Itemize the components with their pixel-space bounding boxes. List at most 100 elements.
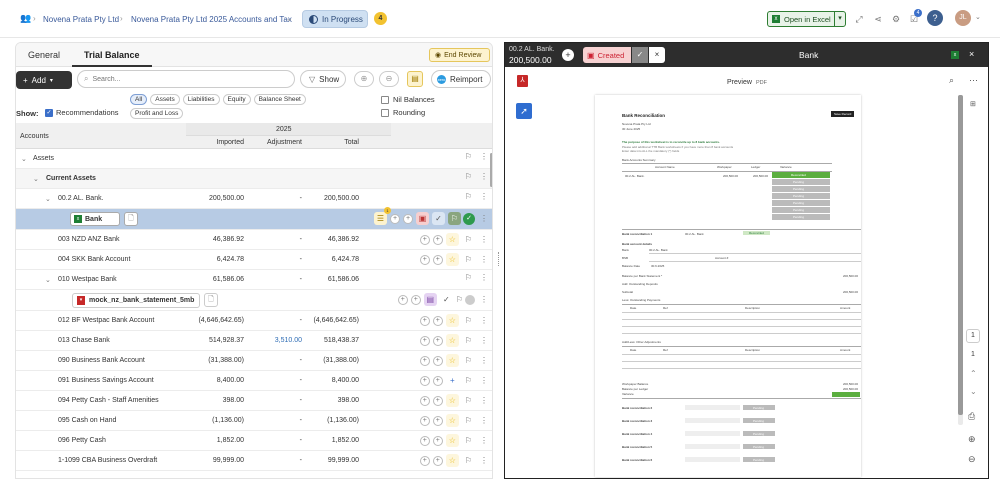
help-icon[interactable]: ? — [927, 10, 943, 26]
recommendations-toggle[interactable]: ✓ Recommendations — [45, 108, 119, 117]
add-icon[interactable]: + — [390, 213, 400, 224]
status-pill[interactable]: In Progress — [302, 10, 368, 28]
more-icon[interactable]: ⋮ — [480, 436, 488, 445]
chevron-up-icon[interactable]: ⌃ — [970, 369, 977, 378]
add-icon[interactable]: + — [419, 315, 430, 326]
add-button[interactable]: + Add ▾ — [16, 71, 72, 89]
star-icon[interactable]: ☆ — [445, 314, 459, 327]
tab-general[interactable]: General — [16, 43, 72, 67]
list-icon[interactable]: ☰ 1 — [374, 207, 391, 225]
avatar[interactable]: JL — [955, 10, 971, 26]
chevron-down-icon[interactable]: ⌄ — [33, 175, 39, 183]
add-icon[interactable]: + — [432, 395, 443, 406]
excel-dropdown-icon[interactable]: ▾ — [834, 12, 845, 26]
more-horizontal-icon[interactable]: ⋯ — [969, 75, 978, 86]
star-icon[interactable]: ☆ — [445, 354, 459, 367]
add-icon[interactable]: + — [432, 234, 443, 245]
add-icon[interactable]: + — [432, 455, 443, 466]
flag-icon[interactable]: ⚐ — [465, 316, 472, 325]
breadcrumb-client[interactable]: Novena Prata Pty Ltd — [43, 15, 119, 24]
tab-trial-balance[interactable]: Trial Balance — [72, 43, 152, 67]
settings-icon[interactable]: ⚙ — [888, 11, 904, 27]
table-row[interactable]: ⌄ Assets ⚐ ⋮ — [16, 149, 492, 169]
end-review-button[interactable]: ◉ End Review — [429, 48, 490, 62]
add-icon[interactable]: + — [432, 355, 443, 366]
file-icon[interactable]: 🗋 — [124, 212, 138, 226]
star-icon[interactable]: ☆ — [445, 233, 459, 246]
table-row[interactable]: 095 Cash on Hand (1,136.00) - (1,136.00)… — [16, 411, 492, 431]
more-icon[interactable]: ⋮ — [480, 416, 488, 425]
more-icon[interactable]: ⋮ — [480, 192, 488, 201]
nil-balances-checkbox[interactable] — [381, 95, 389, 104]
star-icon[interactable]: ☆ — [445, 334, 459, 347]
flag-icon[interactable]: ⚐ — [448, 212, 461, 225]
check-icon[interactable]: ✓ — [432, 212, 445, 225]
chip-assets[interactable]: Assets — [150, 94, 180, 105]
add-icon[interactable]: + — [432, 335, 443, 346]
add-icon[interactable]: + — [403, 213, 413, 224]
document-icon[interactable]: ▤ — [407, 71, 423, 87]
table-row[interactable]: 090 Business Bank Account (31,388.00) - … — [16, 351, 492, 371]
add-icon[interactable]: + — [419, 234, 430, 245]
zoom-in-icon[interactable]: ⊕ — [968, 434, 976, 445]
share-icon[interactable]: ⋖ — [870, 11, 886, 27]
chevron-down-icon[interactable]: ⌄ — [975, 13, 981, 21]
zoom-out-icon[interactable]: ⊖ — [379, 71, 399, 87]
clipboard-icon[interactable]: ▤ — [423, 293, 437, 306]
table-row[interactable]: 004 SKK Bank Account 6,424.78 - 6,424.78… — [16, 250, 492, 270]
close-icon[interactable]: × — [649, 47, 665, 63]
table-row[interactable]: 096 Petty Cash 1,852.00 - 1,852.00 + + ☆ ⚐ ⋮ — [16, 431, 492, 451]
people-icon[interactable]: 👥 — [20, 13, 31, 24]
add-icon[interactable]: + — [419, 435, 430, 446]
check-icon[interactable]: ✓ — [632, 47, 648, 63]
download-icon[interactable]: ⎙ — [968, 411, 975, 422]
flag-icon[interactable]: ⚐ — [465, 152, 472, 161]
breadcrumb-job[interactable]: Novena Prata Pty Ltd 2025 Accounts and T… — [131, 15, 292, 24]
flag-icon[interactable]: ⚐ — [465, 416, 472, 425]
flag-icon[interactable]: ⚐ — [465, 456, 472, 465]
chip-liabilities[interactable]: Liabilities — [182, 94, 220, 105]
add-icon[interactable]: + — [419, 375, 430, 386]
flag-icon[interactable]: ⚐ — [465, 192, 472, 201]
cursor-tool-icon[interactable]: ➚ — [516, 103, 532, 119]
more-icon[interactable]: ⋮ — [480, 273, 488, 282]
check-icon[interactable]: ✓ — [440, 293, 453, 306]
table-row-selected[interactable]: x Bank 🗋 ☰ 1 + + ▣ ✓ ⚐ ✓ ⋮ — [16, 207, 492, 230]
attachment-tag[interactable]: ▾ mock_nz_bank_statement_5mb — [72, 293, 200, 308]
add-icon[interactable]: + — [432, 375, 443, 386]
add-icon[interactable]: + — [432, 315, 443, 326]
more-icon[interactable]: ⋮ — [480, 396, 488, 405]
flag-icon[interactable]: ⚐ — [465, 172, 472, 181]
flag-icon[interactable]: ⚐ — [465, 235, 472, 244]
expand-icon[interactable]: ⤢ — [851, 11, 867, 27]
file-icon[interactable]: 🗋 — [204, 293, 218, 307]
flag-icon[interactable]: ⚐ — [465, 436, 472, 445]
excel-icon[interactable]: x — [951, 51, 959, 59]
flag-icon[interactable]: ⚐ — [465, 356, 472, 365]
rounding-checkbox[interactable] — [381, 108, 389, 117]
table-row[interactable]: 091 Business Savings Account 8,400.00 - … — [16, 371, 492, 391]
star-icon[interactable]: ☆ — [445, 434, 459, 447]
add-icon[interactable]: + — [419, 395, 430, 406]
more-icon[interactable]: ⋮ — [480, 376, 488, 385]
zoom-out-icon[interactable]: ⊖ — [968, 454, 976, 465]
scrollbar[interactable] — [490, 153, 492, 187]
search-input[interactable] — [92, 75, 283, 83]
calendar-icon[interactable]: ▣ — [416, 212, 429, 225]
chevron-down-icon[interactable]: ⌄ — [286, 14, 293, 23]
flag-icon[interactable]: ⚐ — [465, 336, 472, 345]
more-icon[interactable]: ⋮ — [480, 295, 488, 304]
search-field[interactable]: ⌕ — [77, 70, 295, 88]
flag-icon[interactable]: ⚐ — [456, 295, 463, 304]
more-icon[interactable]: ⋮ — [480, 235, 488, 244]
star-icon[interactable]: ☆ — [445, 454, 459, 467]
table-row[interactable]: ⌄ Current Assets ⚐ ⋮ — [16, 169, 492, 189]
grid-icon[interactable]: ⊞ — [970, 100, 976, 108]
show-button[interactable]: ▽ Show — [300, 70, 346, 88]
add-icon[interactable]: + — [419, 335, 430, 346]
more-icon[interactable]: ⋮ — [480, 316, 488, 325]
table-row[interactable]: 003 NZD ANZ Bank 46,386.92 - 46,386.92 +… — [16, 230, 492, 250]
table-row[interactable]: 1-1099 CBA Business Overdraft 99,999.00 … — [16, 451, 492, 471]
add-icon[interactable]: + — [432, 415, 443, 426]
more-icon[interactable]: ⋮ — [480, 172, 488, 181]
